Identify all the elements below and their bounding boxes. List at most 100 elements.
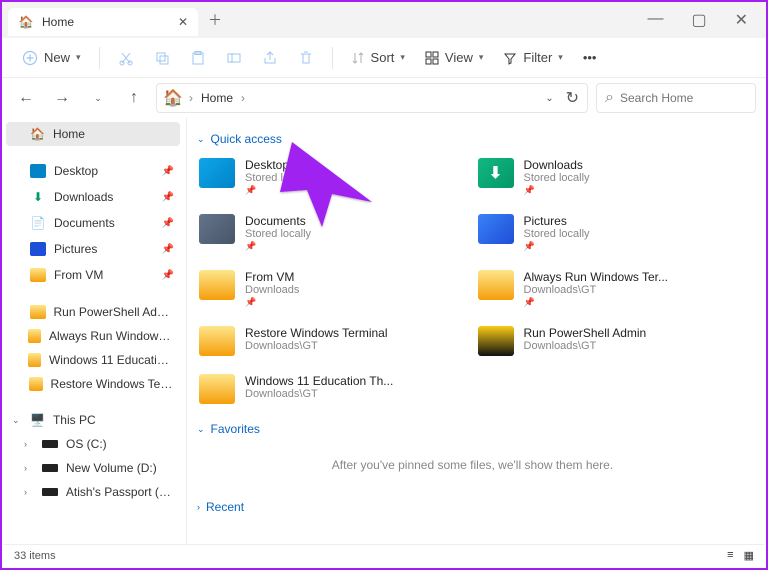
tile-name: Run PowerShell Admin (524, 326, 647, 340)
quick-access-grid: Desktop Stored locally 📌 ⬇ Downloads Sto… (187, 154, 758, 418)
window-tab[interactable]: 🏠 Home ✕ (8, 8, 198, 36)
sort-button[interactable]: Sort ▾ (343, 45, 413, 70)
sidebar-item-thispc[interactable]: ⌄ 🖥️ This PC (6, 408, 180, 432)
chevron-down-icon: ▾ (400, 52, 405, 63)
sidebar-item-drive[interactable]: › New Volume (D:) (6, 456, 180, 480)
sidebar-label: Windows 11 Education Them (49, 353, 174, 367)
folder-icon (29, 377, 43, 391)
quick-access-tile[interactable]: Run PowerShell Admin Downloads\GT (478, 326, 747, 356)
quick-access-tile[interactable]: Documents Stored locally 📌 (199, 214, 468, 252)
sidebar-item-shortcut[interactable]: Run PowerShell Admin (6, 300, 180, 324)
quick-access-tile[interactable]: Desktop Stored locally 📌 (199, 158, 468, 196)
thumbnails-view-button[interactable]: ▦ (744, 549, 754, 562)
filter-button[interactable]: Filter ▾ (495, 45, 570, 70)
chevron-right-icon[interactable]: › (24, 439, 34, 449)
pin-icon: 📌 (162, 192, 174, 203)
chevron-right-icon[interactable]: › (24, 487, 34, 497)
new-button[interactable]: New ▾ (14, 45, 89, 71)
address-bar[interactable]: 🏠 › Home › ⌄ ↻ (156, 83, 588, 113)
status-bar: 33 items ≡ ▦ (4, 544, 764, 566)
separator (99, 47, 100, 69)
sidebar-label: From VM (54, 268, 103, 282)
quick-access-tile[interactable]: Windows 11 Education Th... Downloads\GT (199, 374, 468, 404)
delete-button[interactable] (290, 45, 322, 71)
pin-icon: 📌 (162, 218, 174, 229)
ellipsis-icon: ••• (583, 50, 597, 65)
tab-close-icon[interactable]: ✕ (178, 15, 188, 29)
details-view-button[interactable]: ≡ (727, 549, 733, 562)
new-tab-button[interactable]: ＋ (208, 10, 222, 30)
sidebar-item-shortcut[interactable]: Windows 11 Education Them (6, 348, 180, 372)
tile-subtext: Stored locally (524, 228, 590, 240)
sidebar-item-downloads[interactable]: ⬇ Downloads 📌 (6, 184, 180, 210)
quick-access-tile[interactable]: Pictures Stored locally 📌 (478, 214, 747, 252)
folder-icon: 📄 (30, 215, 46, 231)
status-item-count: 33 items (14, 550, 56, 562)
quick-access-tile[interactable]: Restore Windows Terminal Downloads\GT (199, 326, 468, 356)
search-box[interactable]: ⌕ (596, 83, 756, 113)
view-icon (425, 51, 439, 65)
folder-icon (478, 214, 514, 244)
sidebar-drives-group: › OS (C:) › New Volume (D:) › Atish's Pa… (6, 432, 180, 504)
chevron-down-icon[interactable]: ⌄ (12, 415, 22, 426)
sidebar-item-shortcut[interactable]: Restore Windows Terminal (6, 372, 180, 396)
tile-subtext: Stored locally (245, 172, 311, 184)
breadcrumb-home[interactable]: Home (201, 91, 233, 105)
pin-icon: 📌 (162, 270, 174, 281)
drive-icon (42, 488, 58, 496)
section-recent[interactable]: › Recent (187, 496, 758, 522)
sidebar-label: Run PowerShell Admin (54, 305, 174, 319)
quick-access-tile[interactable]: From VM Downloads 📌 (199, 270, 468, 308)
paste-button[interactable] (182, 45, 214, 71)
pin-icon: 📌 (245, 241, 311, 252)
cut-button[interactable] (110, 45, 142, 71)
up-button[interactable]: ↑ (120, 84, 148, 112)
sort-label: Sort (371, 50, 395, 65)
section-quick-access[interactable]: ⌄ Quick access (187, 128, 758, 154)
tile-name: Restore Windows Terminal (245, 326, 388, 340)
back-button[interactable]: ← (12, 84, 40, 112)
sidebar-item-drive[interactable]: › OS (C:) (6, 432, 180, 456)
chevron-down-icon: ⌄ (197, 424, 205, 435)
tile-subtext: Downloads\GT (245, 388, 393, 400)
sidebar-item-drive[interactable]: › Atish's Passport (E:) (6, 480, 180, 504)
address-dropdown-icon[interactable]: ⌄ (545, 93, 553, 104)
history-dropdown[interactable]: ⌄ (84, 84, 112, 112)
sidebar-item-home[interactable]: 🏠 Home (6, 122, 180, 146)
chevron-right-icon[interactable]: › (24, 463, 34, 473)
quick-access-tile[interactable]: ⬇ Downloads Stored locally 📌 (478, 158, 747, 196)
sidebar-item-pictures[interactable]: Pictures 📌 (6, 236, 180, 262)
rename-button[interactable] (218, 45, 250, 71)
view-button[interactable]: View ▾ (417, 45, 491, 70)
pin-icon: 📌 (524, 185, 590, 196)
quick-access-tile[interactable]: Always Run Windows Ter... Downloads\GT 📌 (478, 270, 747, 308)
plus-circle-icon (22, 50, 38, 66)
more-button[interactable]: ••• (575, 45, 605, 70)
sidebar-label: Downloads (54, 190, 113, 204)
refresh-button[interactable]: ↻ (566, 88, 579, 108)
section-label: Favorites (211, 422, 260, 436)
sidebar-item-desktop[interactable]: Desktop 📌 (6, 158, 180, 184)
sidebar-item-documents[interactable]: 📄 Documents 📌 (6, 210, 180, 236)
section-label: Recent (206, 500, 244, 514)
forward-button[interactable]: → (48, 84, 76, 112)
home-icon: 🏠 (18, 14, 34, 30)
sidebar-shortcuts-group: Run PowerShell Admin Always Run Windows … (6, 300, 180, 396)
sidebar-item-from vm[interactable]: From VM 📌 (6, 262, 180, 288)
favorites-empty-text: After you've pinned some files, we'll sh… (187, 444, 758, 496)
folder-icon (478, 326, 514, 356)
search-input[interactable] (620, 91, 747, 105)
search-icon: ⌕ (605, 89, 614, 107)
sidebar-item-shortcut[interactable]: Always Run Windows Termin (6, 324, 180, 348)
section-favorites[interactable]: ⌄ Favorites (187, 418, 758, 444)
copy-button[interactable] (146, 45, 178, 71)
sidebar-label: New Volume (D:) (66, 461, 157, 475)
share-button[interactable] (254, 45, 286, 71)
maximize-button[interactable]: ▢ (691, 10, 706, 30)
drive-icon (42, 440, 58, 448)
tile-name: Pictures (524, 214, 590, 228)
titlebar: 🏠 Home ✕ ＋ — ▢ ✕ (2, 2, 766, 38)
minimize-button[interactable]: — (647, 10, 663, 30)
close-button[interactable]: ✕ (735, 10, 748, 30)
sidebar: 🏠 Home Desktop 📌 ⬇ Downloads 📌 📄 Documen… (2, 118, 187, 544)
